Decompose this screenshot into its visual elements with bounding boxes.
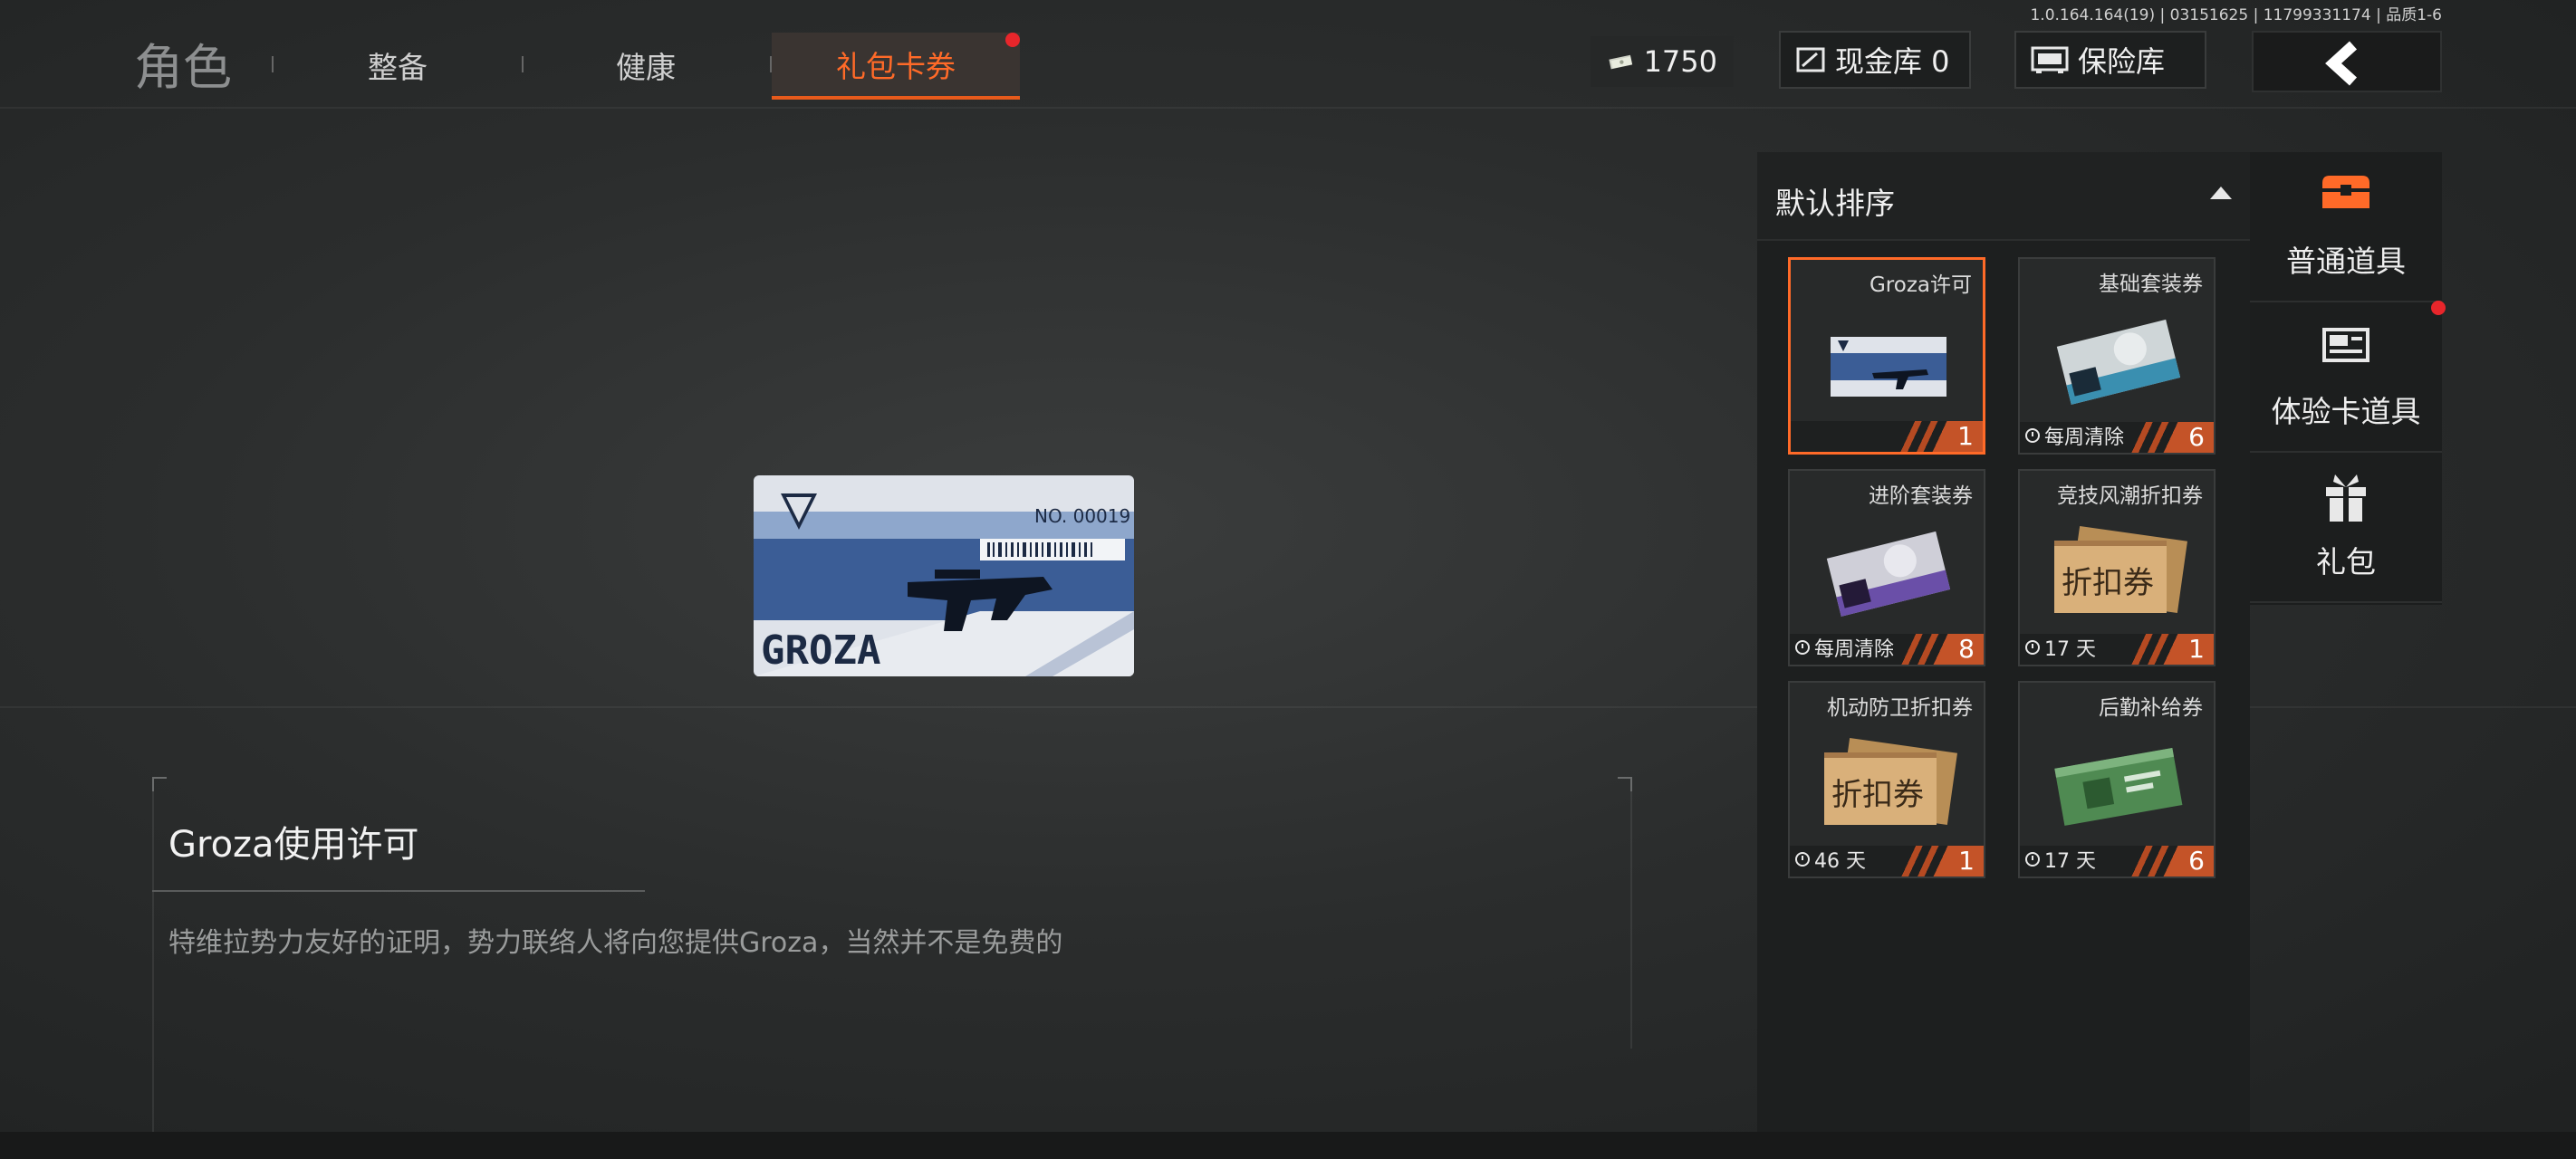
notification-dot — [1005, 33, 1020, 47]
back-button[interactable] — [2252, 31, 2442, 92]
item-count: 1 — [1883, 421, 1983, 452]
item-timer-text: 17 天 — [2044, 638, 2096, 661]
item-timer: 每周清除 — [2025, 421, 2124, 450]
category-trial-card-items[interactable]: 体验卡道具 — [2250, 302, 2442, 453]
card-number: NO. 00019 — [1034, 505, 1130, 527]
item-description: 特维拉势力友好的证明，势力联络人将向您提供Groza，当然并不是免费的 — [168, 927, 1063, 959]
cash-vault-label: 现金库 0 — [1835, 44, 1950, 79]
wallet-icon — [1796, 47, 1825, 72]
inventory-panel: 默认排序 Groza许可 1 基础套装券 每周清除 6 进阶套装券 每周清除 8… — [1757, 152, 2250, 1132]
currency-amount: 1750 — [1643, 44, 1717, 79]
clock-icon — [1795, 640, 1810, 655]
clock-icon — [2025, 428, 2040, 443]
item-name: 进阶套装券 — [1869, 484, 1973, 508]
category-label: 体验卡道具 — [2271, 394, 2421, 429]
item-count: 8 — [1884, 634, 1984, 665]
item-name: 竞技风潮折扣券 — [2057, 484, 2203, 508]
safe-vault-button[interactable]: 保险库 — [2014, 31, 2206, 89]
coupon-text: 折扣券 — [1831, 777, 1924, 813]
item-name: 基础套装券 — [2099, 273, 2203, 296]
clock-icon — [1795, 852, 1810, 867]
tab-health[interactable]: 健康 — [616, 43, 676, 87]
back-arrow-icon — [2325, 41, 2358, 86]
item-count: 1 — [1884, 846, 1984, 876]
top-bar: 1.0.164.164(19) | 03151625 | 11799331174… — [0, 0, 2576, 100]
coupon-thumbnail: 折扣券 — [1824, 738, 1957, 825]
cash-vault-button[interactable]: 现金库 0 — [1779, 31, 1971, 89]
tab-equip[interactable]: 整备 — [368, 43, 428, 87]
item-count: 6 — [2114, 846, 2214, 876]
groza-permit-thumbnail — [1831, 337, 1946, 397]
category-column: 普通道具 体验卡道具 礼包 — [2250, 152, 2446, 605]
tab-separator — [522, 56, 524, 72]
safe-icon — [2031, 46, 2069, 73]
version-text: 1.0.164.164(19) | 03151625 | 11799331174… — [2030, 6, 2442, 24]
inventory-item-mobile-defense-discount[interactable]: 机动防卫折扣券 折扣券 46 天 1 — [1788, 681, 1985, 878]
item-timer-text: 每周清除 — [1814, 638, 1895, 661]
item-timer: 46 天 — [1795, 845, 1866, 874]
inventory-item-logistics-supply[interactable]: 后勤补给券 17 天 6 — [2018, 681, 2216, 878]
item-timer: 17 天 — [2025, 633, 2096, 662]
cash-icon — [1609, 54, 1633, 70]
title-divider — [152, 890, 645, 892]
category-label: 普通道具 — [2286, 244, 2406, 279]
category-gift-packs[interactable]: 礼包 — [2250, 453, 2442, 603]
inventory-item-basic-kit[interactable]: 基础套装券 每周清除 6 — [2018, 257, 2216, 455]
card-icon — [2322, 328, 2369, 362]
category-normal-items[interactable]: 普通道具 — [2250, 152, 2442, 302]
clock-icon — [2025, 640, 2040, 655]
inventory-item-competitive-discount[interactable]: 竞技风潮折扣券 折扣券 17 天 1 — [2018, 469, 2216, 666]
selected-item-preview: NO. 00019 GROZA — [754, 475, 1134, 676]
sort-dropdown[interactable]: 默认排序 — [1757, 152, 2250, 241]
category-label: 礼包 — [2316, 544, 2376, 580]
tab-separator — [272, 56, 274, 72]
item-timer-text: 每周清除 — [2044, 426, 2125, 449]
item-timer: 每周清除 — [1795, 633, 1894, 662]
coupon-text: 折扣券 — [2062, 565, 2154, 601]
item-title: Groza使用许可 — [168, 824, 419, 866]
caret-up-icon — [2210, 187, 2232, 199]
basic-kit-thumbnail — [2056, 319, 2181, 405]
tab-gift-coupons-label: 礼包卡券 — [836, 49, 956, 84]
inventory-item-groza-permit[interactable]: Groza许可 1 — [1788, 257, 1985, 455]
item-name: 后勤补给券 — [2099, 696, 2203, 720]
item-count: 6 — [2114, 422, 2214, 453]
safe-vault-label: 保险库 — [2078, 44, 2166, 79]
gift-icon — [2326, 474, 2366, 522]
clock-icon — [2025, 852, 2040, 867]
logistics-thumbnail — [2054, 747, 2183, 826]
sort-label: 默认排序 — [1775, 186, 1895, 221]
card-logo-text: GROZA — [761, 627, 880, 674]
item-count: 1 — [2114, 634, 2214, 665]
tab-gift-coupons[interactable]: 礼包卡券 — [772, 33, 1020, 100]
bottom-strip — [0, 1132, 2576, 1159]
item-name: Groza许可 — [1869, 273, 1972, 297]
advanced-kit-thumbnail — [1826, 531, 1951, 617]
item-name: 机动防卫折扣券 — [1827, 696, 1973, 720]
groza-permit-card-art: NO. 00019 GROZA — [754, 475, 1134, 676]
page-title: 角色 — [134, 39, 232, 96]
item-timer: 17 天 — [2025, 845, 2096, 874]
inventory-item-advanced-kit[interactable]: 进阶套装券 每周清除 8 — [1788, 469, 1985, 666]
currency-display: 1750 — [1591, 36, 1734, 87]
item-timer-text: 17 天 — [2044, 850, 2096, 873]
coupon-thumbnail: 折扣券 — [2054, 526, 2187, 613]
item-timer-text: 46 天 — [1814, 850, 1866, 873]
chest-icon — [2322, 176, 2369, 208]
